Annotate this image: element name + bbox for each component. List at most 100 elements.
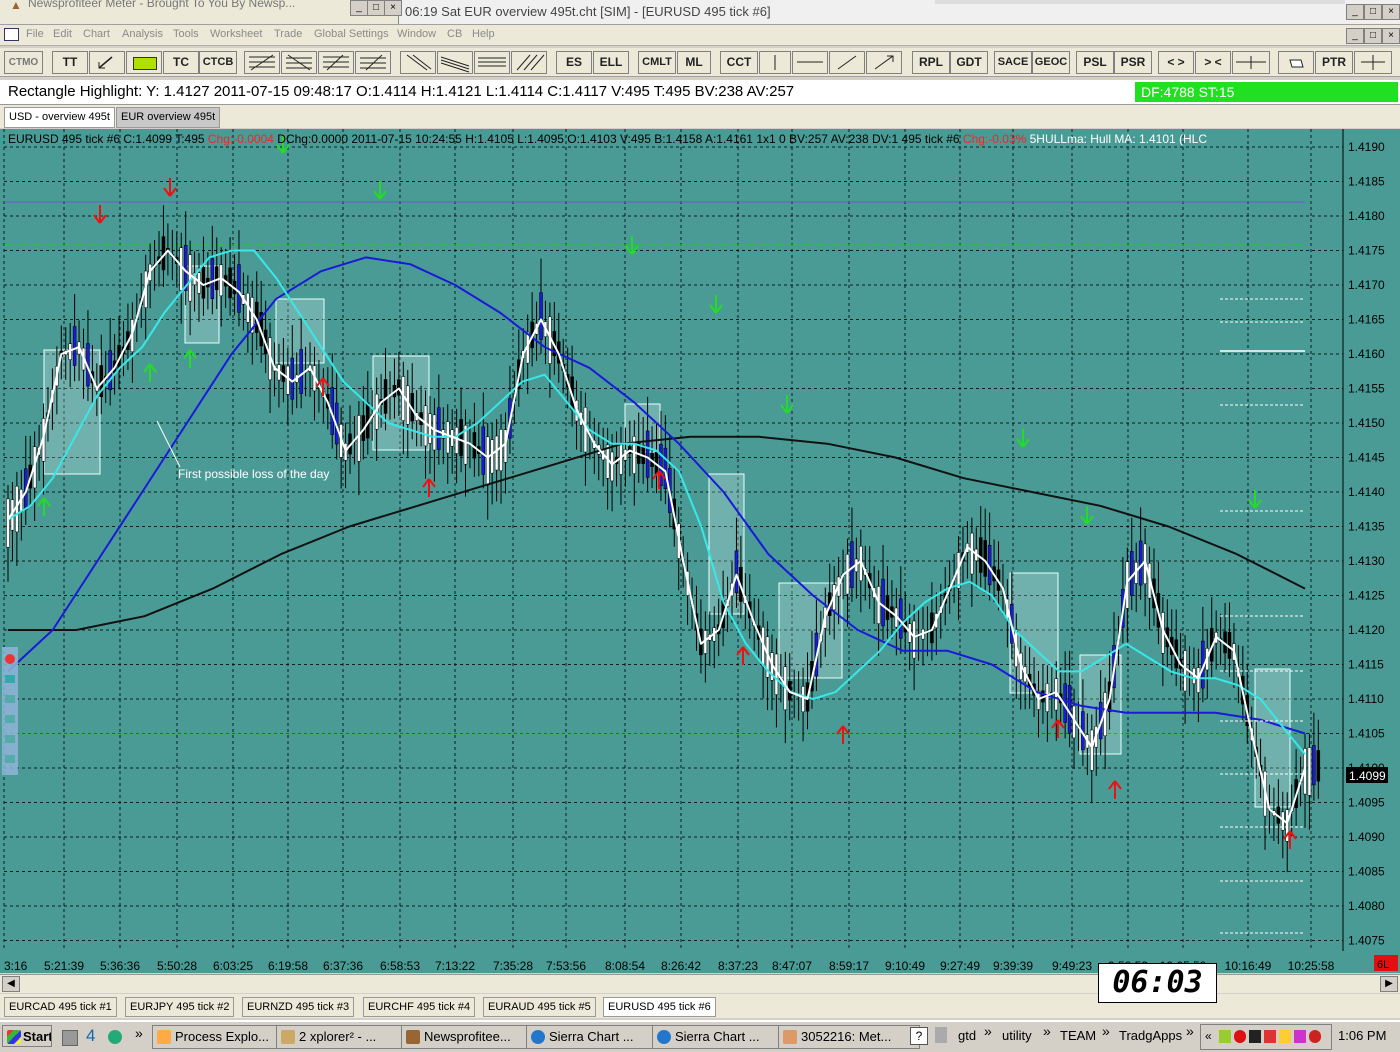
task-xplorer[interactable]: 2 xplorer² - ... xyxy=(276,1025,420,1049)
tab-eurjpy[interactable]: EURJPY 495 tick #2 xyxy=(125,997,235,1017)
task-metatrader[interactable]: 3052216: Met... xyxy=(778,1025,920,1049)
tray-link-utility[interactable]: utility xyxy=(1002,1028,1032,1043)
tool-rectangle[interactable] xyxy=(126,51,162,74)
quicklaunch-chevron-icon[interactable]: » xyxy=(135,1025,143,1041)
tool-fib-3[interactable] xyxy=(318,51,354,74)
menu-cb[interactable]: CB xyxy=(447,28,462,40)
tool-psl[interactable]: PSL xyxy=(1076,51,1114,74)
tool-ray[interactable] xyxy=(866,51,902,74)
menu-window[interactable]: Window xyxy=(397,28,436,40)
tab-euraud[interactable]: EURAUD 495 tick #5 xyxy=(483,997,596,1017)
tray-chevron-icon[interactable]: » xyxy=(984,1023,992,1039)
quicklaunch-number[interactable]: 4 xyxy=(86,1026,95,1046)
start-button[interactable]: Start xyxy=(2,1025,52,1047)
tool-fib-2[interactable] xyxy=(281,51,317,74)
tool-ptr[interactable]: PTR xyxy=(1315,51,1353,74)
tab-eurchf[interactable]: EURCHF 495 tick #4 xyxy=(363,997,476,1017)
menu-chart[interactable]: Chart xyxy=(83,28,110,40)
tab-usd-overview[interactable]: USD - overview 495t xyxy=(4,107,115,128)
window-close-button[interactable]: × xyxy=(1382,4,1400,20)
task-sierra-chart-1[interactable]: Sierra Chart ... xyxy=(526,1025,668,1049)
tray-flag-icon[interactable] xyxy=(1264,1030,1276,1043)
tab-eur-overview[interactable]: EUR overview 495t xyxy=(116,107,221,128)
scroll-right-arrow-icon[interactable]: ▶ xyxy=(1380,976,1398,992)
tool-cursor-cross[interactable] xyxy=(1354,51,1392,74)
sidebar-tool-icon-2[interactable] xyxy=(5,695,15,703)
tool-ml[interactable]: ML xyxy=(677,51,711,74)
tool-ctcb[interactable]: CTCB xyxy=(199,51,237,74)
sidebar-stop-icon[interactable] xyxy=(5,654,15,664)
task-process-explorer[interactable]: Process Explo... xyxy=(152,1025,294,1049)
tray-chevron-icon[interactable]: » xyxy=(1186,1023,1194,1039)
globe-icon[interactable] xyxy=(108,1030,122,1044)
tray-app-icon[interactable] xyxy=(935,1027,947,1043)
tool-fib-1[interactable] xyxy=(244,51,280,74)
menu-tools[interactable]: Tools xyxy=(173,28,199,40)
desktop-icon[interactable] xyxy=(62,1030,78,1046)
tool-arrow-draw[interactable] xyxy=(89,51,125,74)
tray-sync-icon[interactable] xyxy=(1294,1030,1306,1043)
minimize-button[interactable]: _ xyxy=(350,0,368,16)
sidebar-tool-icon-1[interactable] xyxy=(5,675,15,683)
tray-link-tradgapps[interactable]: TradgApps xyxy=(1119,1028,1182,1043)
tool-rpl[interactable]: RPL xyxy=(912,51,950,74)
tray-chevron-left-icon[interactable]: « xyxy=(1205,1029,1212,1043)
task-newsprofiteer[interactable]: Newsprofitee... xyxy=(401,1025,543,1049)
tool-gdt[interactable]: GDT xyxy=(950,51,988,74)
tool-channel-2[interactable] xyxy=(437,51,473,74)
window-minimize-button[interactable]: _ xyxy=(1346,4,1364,20)
doc-restore-button[interactable]: □ xyxy=(1364,28,1382,44)
tab-eurcad[interactable]: EURCAD 495 tick #1 xyxy=(4,997,117,1017)
help-icon[interactable]: ? xyxy=(910,1027,928,1045)
tool-vertical-line[interactable] xyxy=(759,51,791,74)
tray-monitor-icon[interactable] xyxy=(1249,1030,1261,1043)
tray-chevron-icon[interactable]: » xyxy=(1043,1023,1051,1039)
maximize-button[interactable]: □ xyxy=(367,0,385,16)
tool-channel-3[interactable] xyxy=(474,51,510,74)
tool-geoc[interactable]: GEOC xyxy=(1032,51,1070,74)
price-chart[interactable]: 1.4190 1.4185 1.4180 1.4175 1.4170 1.4165 1.41… xyxy=(0,129,1400,973)
tool-channel-4[interactable] xyxy=(511,51,547,74)
tool-line[interactable] xyxy=(829,51,865,74)
doc-minimize-button[interactable]: _ xyxy=(1346,28,1364,44)
tray-opera-icon[interactable] xyxy=(1234,1030,1246,1043)
sidebar-tool-icon-5[interactable] xyxy=(5,755,15,763)
menu-file[interactable]: File xyxy=(26,28,44,40)
tray-antivirus-icon[interactable] xyxy=(1309,1030,1321,1043)
tray-shield-icon[interactable] xyxy=(1219,1030,1231,1043)
menu-analysis[interactable]: Analysis xyxy=(122,28,163,40)
tool-tc[interactable]: TC xyxy=(163,51,199,74)
task-sierra-chart-2[interactable]: Sierra Chart ... xyxy=(652,1025,794,1049)
meter-window-title[interactable]: ▲ Newsprofiteer Meter - Brought To You B… xyxy=(0,0,402,24)
tray-users-icon[interactable] xyxy=(1279,1030,1291,1043)
tool-fib-4[interactable] xyxy=(355,51,391,74)
tool-cct[interactable]: CCT xyxy=(720,51,758,74)
menu-help[interactable]: Help xyxy=(472,28,495,40)
menu-worksheet[interactable]: Worksheet xyxy=(210,28,262,40)
tool-crosshair[interactable] xyxy=(1232,51,1270,74)
tray-link-gtd[interactable]: gtd xyxy=(958,1028,976,1043)
scroll-left-arrow-icon[interactable]: ◀ xyxy=(2,976,20,992)
tray-link-team[interactable]: TEAM xyxy=(1060,1028,1096,1043)
tool-sace[interactable]: SACE xyxy=(994,51,1032,74)
tab-eurusd[interactable]: EURUSD 495 tick #6 xyxy=(603,997,716,1017)
tool-channel-1[interactable] xyxy=(400,51,436,74)
tab-eurnzd[interactable]: EURNZD 495 tick #3 xyxy=(242,997,355,1017)
drawing-sidebar[interactable] xyxy=(2,647,18,775)
window-restore-button[interactable]: □ xyxy=(1364,4,1382,20)
tool-hand[interactable] xyxy=(1278,51,1314,74)
tool-cmlt[interactable]: CMLT xyxy=(638,51,676,74)
tool-horizontal-line[interactable] xyxy=(792,51,828,74)
tool-tt[interactable]: TT xyxy=(52,51,88,74)
tool-contract[interactable]: > < xyxy=(1195,51,1231,74)
tool-es[interactable]: ES xyxy=(556,51,592,74)
sidebar-tool-icon-4[interactable] xyxy=(5,735,15,743)
close-button[interactable]: × xyxy=(384,0,402,16)
menu-global-settings[interactable]: Global Settings xyxy=(314,28,389,40)
menu-edit[interactable]: Edit xyxy=(53,28,72,40)
doc-close-button[interactable]: × xyxy=(1382,28,1400,44)
tool-expand[interactable]: < > xyxy=(1158,51,1194,74)
tray-chevron-icon[interactable]: » xyxy=(1102,1023,1110,1039)
menu-trade[interactable]: Trade xyxy=(274,28,302,40)
tool-psr[interactable]: PSR xyxy=(1114,51,1152,74)
